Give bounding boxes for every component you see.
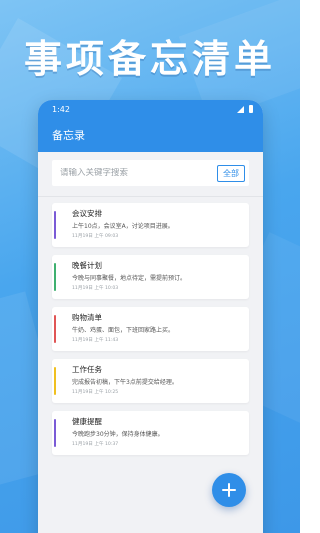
note-content: 完成报告初稿，下午3点前提交给经理。 [72,379,178,386]
note-time: 11月19日 上午 09:03 [72,234,119,239]
app-title: 备忘录 [52,129,85,142]
note-card[interactable]: 购物清单 牛奶、鸡蛋、面包，下班回家路上买。 11月19日 上午 11:43 [52,307,249,351]
note-time: 11月19日 上午 10:03 [72,286,119,291]
note-card[interactable]: 会议安排 上午10点，会议室A，讨论项目进展。 11月19日 上午 09:03 [52,203,249,247]
filter-all-button[interactable]: 全部 [217,164,245,182]
search-bar: 全部 [52,160,249,186]
plus-icon [222,483,236,497]
note-title: 工作任务 [72,365,102,374]
note-title: 购物清单 [72,313,102,322]
battery-icon [249,105,253,113]
note-card[interactable]: 晚餐计划 今晚与同事聚餐，地点待定，需提前预订。 11月19日 上午 10:03 [52,255,249,299]
add-note-button[interactable] [212,473,246,507]
note-title: 健康提醒 [72,417,102,426]
note-color-bar [54,315,56,343]
note-content: 上午10点，会议室A，讨论项目进展。 [72,223,174,230]
note-time: 11月19日 上午 11:43 [72,338,119,343]
note-content: 今晚与同事聚餐，地点待定，需提前预订。 [72,275,187,282]
note-time: 11月19日 上午 10:25 [72,390,119,395]
note-content: 今晚跑步30分钟，保持身体健康。 [72,431,164,438]
note-card[interactable]: 工作任务 完成报告初稿，下午3点前提交给经理。 11月19日 上午 10:25 [52,359,249,403]
note-title: 会议安排 [72,209,102,218]
note-color-bar [54,263,56,291]
signal-icon [237,105,244,113]
promo-headline: 事项备忘清单 [23,37,276,81]
status-time: 1:42 [52,104,70,114]
search-input[interactable] [60,168,217,178]
note-color-bar [54,211,56,239]
note-card[interactable]: 健康提醒 今晚跑步30分钟，保持身体健康。 11月19日 上午 10:37 [52,411,249,455]
note-time: 11月19日 上午 10:37 [72,442,119,447]
note-title: 晚餐计划 [72,261,102,270]
promo-screen: 事项备忘清单 1:42 备忘录 全部 会议安排 上午10点，会议室A，讨论项目进… [0,0,300,533]
status-icons [237,105,253,113]
note-list: 会议安排 上午10点，会议室A，讨论项目进展。 11月19日 上午 09:03 … [38,197,263,455]
note-content: 牛奶、鸡蛋、面包，下班回家路上买。 [72,327,175,334]
phone-mockup: 1:42 备忘录 全部 会议安排 上午10点，会议室A，讨论项目进展。 11月1… [38,100,263,533]
app-bar: 备忘录 [38,118,263,152]
status-bar: 1:42 [38,100,263,118]
note-color-bar [54,367,56,395]
note-color-bar [54,419,56,447]
